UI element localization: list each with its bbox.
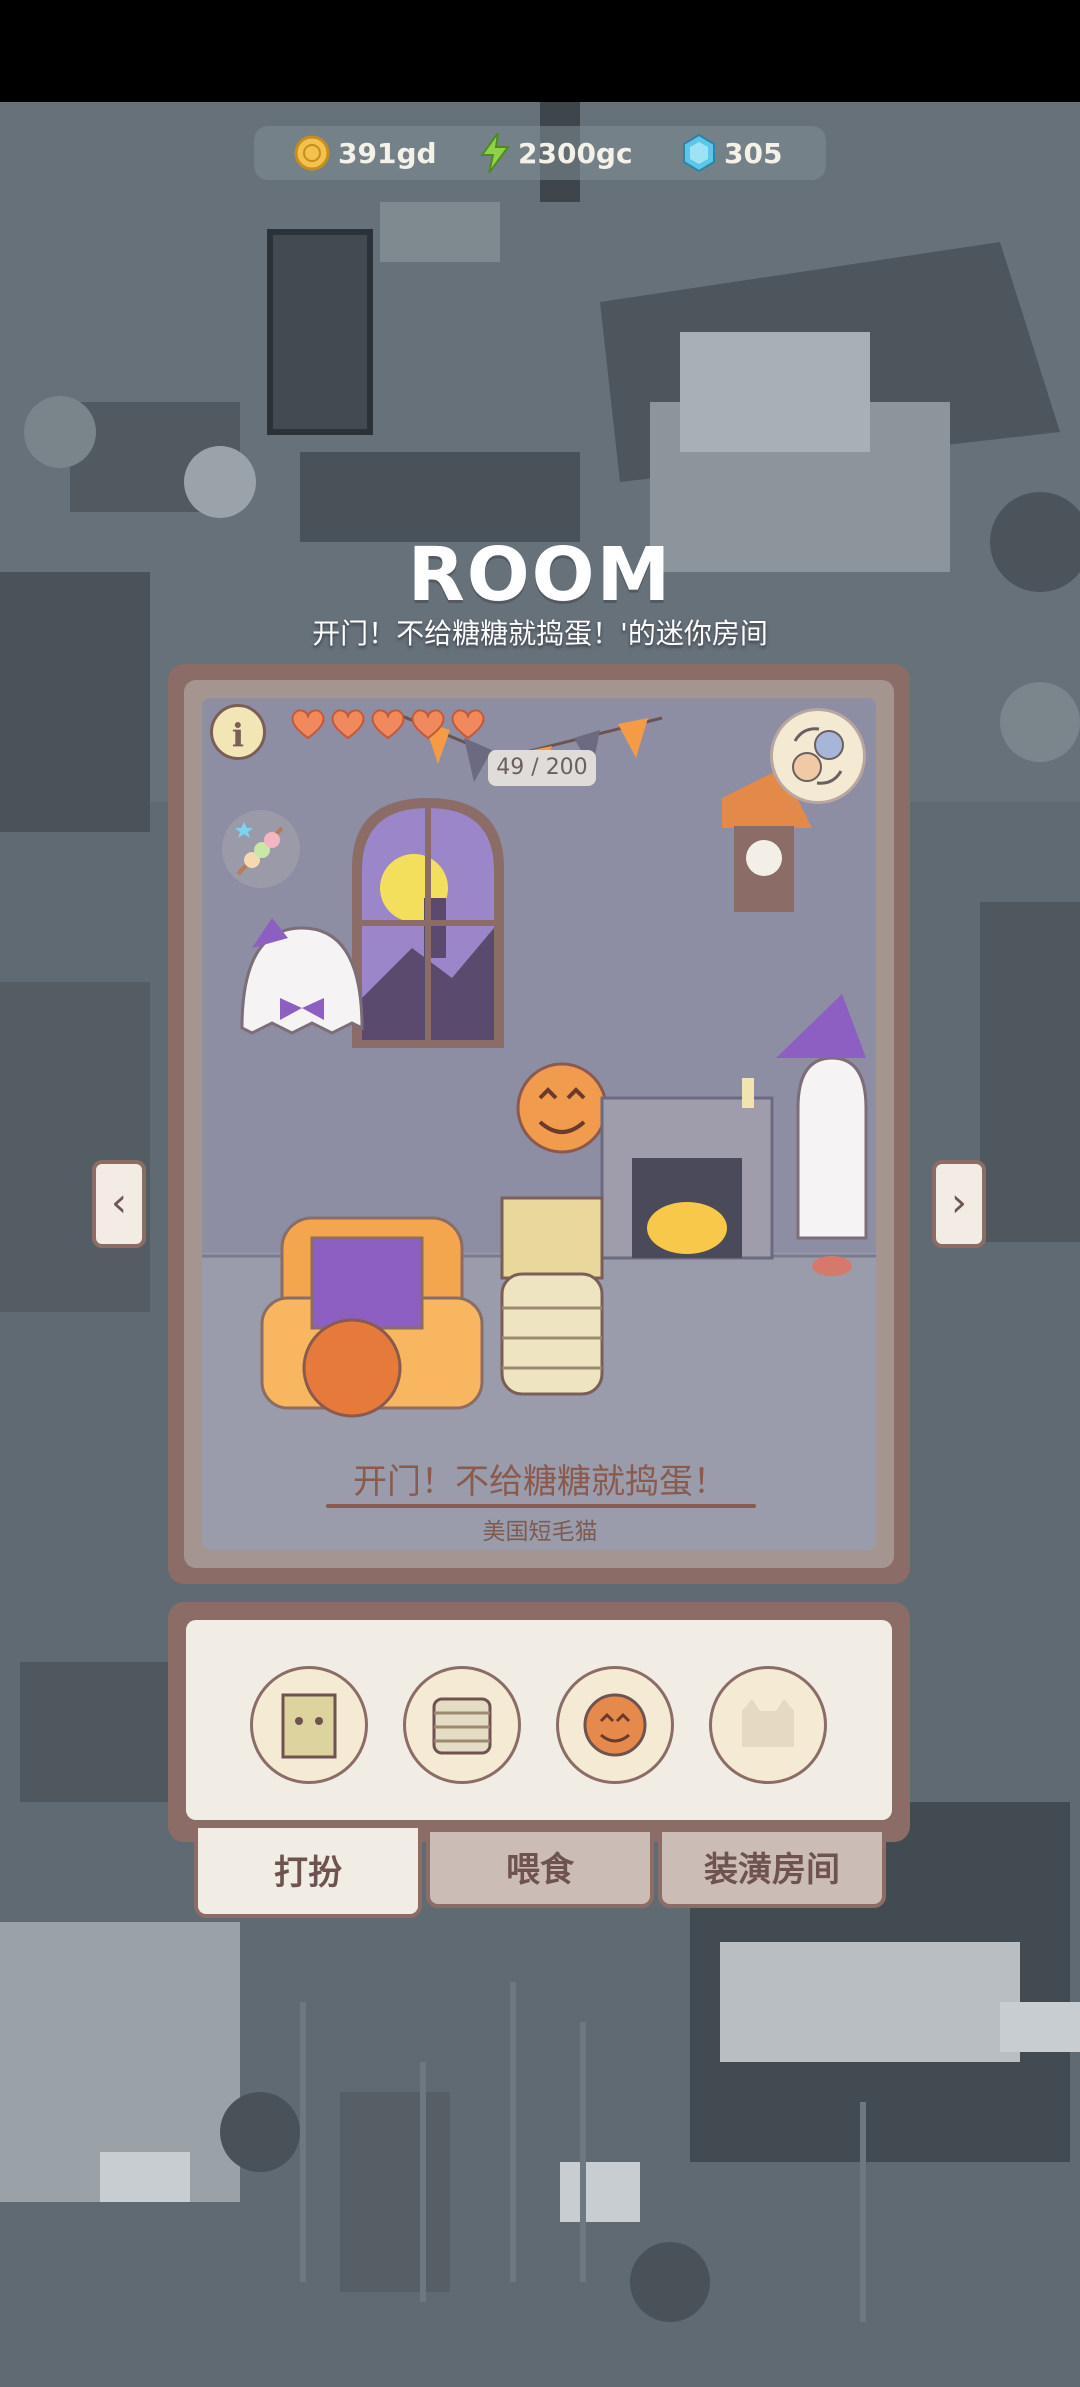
chevron-left-icon: ‹ [111,1180,127,1226]
gold-counter[interactable]: 391gd [294,126,437,180]
treat-skewer-button[interactable] [222,810,300,888]
tab-feed[interactable]: 喂食 [426,1832,654,1908]
divider [326,1504,756,1508]
chevron-right-icon: › [951,1180,967,1226]
info-icon: i [231,716,245,754]
currency-bar: 391gd 2300gc 305 [254,126,826,180]
energy-counter[interactable]: 2300gc [480,126,633,180]
heart-icon [451,709,485,740]
pumpkin-cookie-icon [583,1693,647,1757]
next-room-button[interactable]: › [932,1160,986,1248]
paper-bag-mask-icon [281,1693,337,1759]
cat-outfit-name: 开门！不给糖糖就捣蛋！ [353,1462,727,1502]
gold-coin-icon [294,135,330,171]
locked-cat-silhouette-icon [742,1699,794,1747]
mummy-wrap-icon [432,1697,492,1755]
room-frame [168,664,910,1584]
info-button[interactable]: i [210,704,266,760]
prev-room-button[interactable]: ‹ [92,1160,146,1248]
item-slot-pumpkin-cookie[interactable] [556,1666,674,1784]
item-slot-mummy-wrap[interactable] [403,1666,521,1784]
switch-cats-icon [792,727,844,785]
switch-cat-button[interactable] [770,708,866,804]
heart-icon [411,709,445,740]
affection-hearts [290,706,490,740]
gem-icon [683,134,715,172]
status-bar [0,0,1080,102]
page-subtitle: 开门！不给糖糖就捣蛋！'的迷你房间 [312,617,768,650]
tab-decorate-room[interactable]: 装潢房间 [658,1832,886,1908]
page-title: ROOM [407,532,673,618]
lightning-icon [480,133,510,173]
heart-icon [291,709,325,740]
gold-value: 391gd [338,136,437,170]
gem-counter[interactable]: 305 [682,126,782,180]
heart-icon [371,709,405,740]
room-scene [202,698,876,1550]
gem-value: 305 [724,136,783,170]
room-illustration [202,698,876,1550]
cat-breed: 美国短毛猫 [482,1519,598,1545]
energy-value: 2300gc [518,136,633,170]
treat-skewer-icon [235,822,284,876]
item-slot-locked[interactable] [709,1666,827,1784]
affection-counter: 49 / 200 [488,750,596,786]
tab-dress-up[interactable]: 打扮 [194,1828,422,1918]
heart-icon [331,709,365,740]
item-slot-paper-bag[interactable] [250,1666,368,1784]
